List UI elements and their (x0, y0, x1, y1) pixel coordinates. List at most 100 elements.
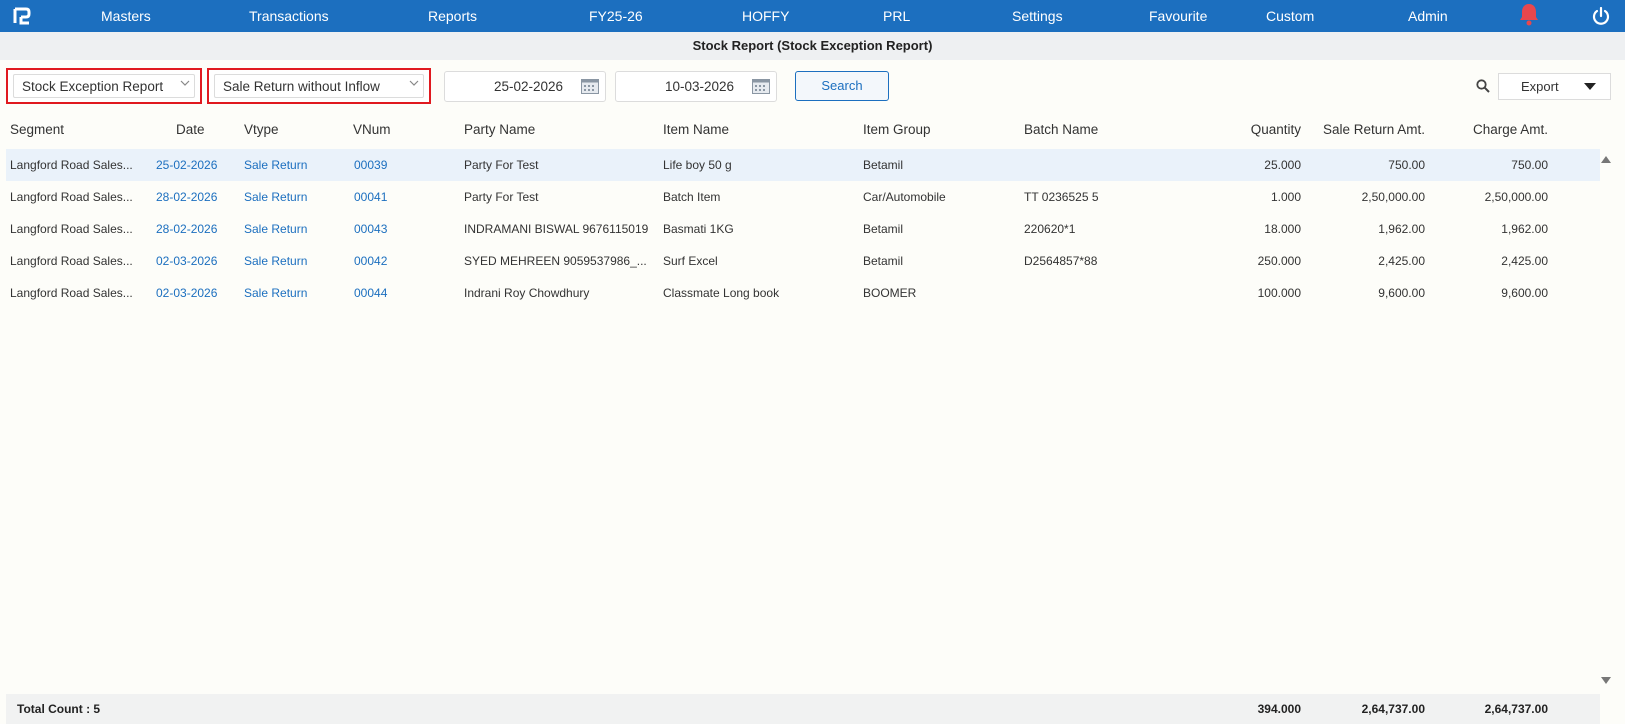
table-row[interactable]: Langford Road Sales... 28-02-2026 Sale R… (6, 181, 1600, 213)
nav-admin[interactable]: Admin (1408, 0, 1448, 32)
cell-charge-amt: 2,425.00 (1501, 254, 1548, 268)
cell-sale-return-amt: 2,425.00 (1378, 254, 1425, 268)
cell-segment: Langford Road Sales... (10, 158, 133, 172)
cell-charge-amt: 2,50,000.00 (1484, 190, 1548, 204)
column-header-vnum[interactable]: VNum (353, 122, 391, 142)
to-date-field[interactable]: 10-03-2026 (615, 71, 777, 102)
nav-custom[interactable]: Custom (1266, 0, 1314, 32)
table-row[interactable]: Langford Road Sales... 02-03-2026 Sale R… (6, 245, 1600, 277)
page-title: Stock Report (Stock Exception Report) (0, 32, 1625, 60)
cell-charge-amt: 1,962.00 (1501, 222, 1548, 236)
cell-quantity: 250.000 (1257, 254, 1301, 268)
calendar-icon[interactable] (581, 79, 599, 94)
exception-type-value[interactable]: Sale Return without Inflow (214, 74, 424, 98)
cell-vtype[interactable]: Sale Return (244, 181, 307, 213)
cell-segment: Langford Road Sales... (10, 222, 133, 236)
nav-prl[interactable]: PRL (883, 0, 910, 32)
column-header-segment[interactable]: Segment (10, 122, 64, 142)
cell-vnum[interactable]: 00044 (354, 277, 387, 309)
cell-vtype[interactable]: Sale Return (244, 245, 307, 277)
scroll-up-icon[interactable] (1601, 156, 1611, 163)
export-label: Export (1521, 79, 1559, 94)
cell-vtype[interactable]: Sale Return (244, 213, 307, 245)
export-button[interactable]: Export (1498, 73, 1611, 100)
cell-item-name: Life boy 50 g (663, 158, 732, 172)
cell-quantity: 18.000 (1264, 222, 1301, 236)
cell-item-name: Batch Item (663, 190, 721, 204)
exception-type-dropdown[interactable]: Sale Return without Inflow (207, 68, 431, 104)
search-icon[interactable] (1476, 79, 1490, 93)
cell-date[interactable]: 28-02-2026 (156, 181, 217, 213)
app-logo-icon[interactable] (12, 6, 32, 26)
from-date-field[interactable]: 25-02-2026 (444, 71, 606, 102)
cell-date[interactable]: 25-02-2026 (156, 149, 217, 181)
nav-favourite[interactable]: Favourite (1149, 0, 1207, 32)
cell-vnum[interactable]: 00043 (354, 213, 387, 245)
report-type-dropdown[interactable]: Stock Exception Report (6, 68, 202, 104)
column-header-batch-name[interactable]: Batch Name (1024, 122, 1098, 142)
cell-date[interactable]: 02-03-2026 (156, 245, 217, 277)
nav-hoffy[interactable]: HOFFY (742, 0, 789, 32)
top-nav-bar: Masters Transactions Reports FY25-26 HOF… (0, 0, 1625, 32)
column-header-date[interactable]: Date (176, 122, 205, 142)
nav-reports[interactable]: Reports (428, 0, 477, 32)
table-row[interactable]: Langford Road Sales... 28-02-2026 Sale R… (6, 213, 1600, 245)
total-charge-amt: 2,64,737.00 (1484, 702, 1548, 716)
power-icon[interactable] (1592, 7, 1610, 25)
cell-item-name: Surf Excel (663, 254, 718, 268)
nav-financial-year[interactable]: FY25-26 (589, 0, 643, 32)
table-footer-totals: Total Count : 5 394.000 2,64,737.00 2,64… (6, 694, 1600, 724)
cell-party-name: INDRAMANI BISWAL 9676115019 (464, 222, 649, 236)
report-type-value[interactable]: Stock Exception Report (13, 74, 195, 98)
cell-vnum[interactable]: 00041 (354, 181, 387, 213)
cell-date[interactable]: 02-03-2026 (156, 277, 217, 309)
notification-bell-icon[interactable] (1518, 2, 1540, 26)
cell-party-name: Party For Test (464, 158, 539, 172)
total-sale-return-amt: 2,64,737.00 (1361, 702, 1425, 716)
cell-charge-amt: 9,600.00 (1501, 286, 1548, 300)
nav-settings[interactable]: Settings (1012, 0, 1063, 32)
column-header-sale-return-amt[interactable]: Sale Return Amt. (1300, 122, 1425, 142)
chevron-down-icon (409, 80, 419, 86)
cell-segment: Langford Road Sales... (10, 286, 133, 300)
cell-item-group: Betamil (863, 158, 904, 172)
table-row[interactable]: Langford Road Sales... 25-02-2026 Sale R… (6, 149, 1600, 181)
cell-batch-name: 220620*1 (1024, 222, 1076, 236)
to-date-value: 10-03-2026 (664, 79, 734, 94)
cell-party-name: Indrani Roy Chowdhury (464, 286, 590, 300)
cell-sale-return-amt: 1,962.00 (1378, 222, 1425, 236)
cell-sale-return-amt: 9,600.00 (1378, 286, 1425, 300)
column-header-party-name[interactable]: Party Name (464, 122, 535, 142)
total-quantity: 394.000 (1257, 702, 1301, 716)
cell-item-group: Betamil (863, 254, 904, 268)
total-count: Total Count : 5 (17, 702, 101, 716)
cell-vtype[interactable]: Sale Return (244, 149, 307, 181)
cell-batch-name: TT 0236525 5 (1024, 190, 1099, 204)
from-date-value: 25-02-2026 (493, 79, 563, 94)
cell-item-name: Classmate Long book (663, 286, 780, 300)
cell-segment: Langford Road Sales... (10, 254, 133, 268)
cell-date[interactable]: 28-02-2026 (156, 213, 217, 245)
column-header-item-group[interactable]: Item Group (863, 122, 931, 142)
nav-transactions[interactable]: Transactions (249, 0, 329, 32)
column-header-quantity[interactable]: Quantity (1200, 122, 1301, 142)
cell-vnum[interactable]: 00042 (354, 245, 387, 277)
cell-quantity: 100.000 (1257, 286, 1301, 300)
cell-batch-name: D2564857*88 (1024, 254, 1098, 268)
column-header-charge-amt[interactable]: Charge Amt. (1430, 122, 1548, 142)
cell-quantity: 25.000 (1264, 158, 1301, 172)
search-button[interactable]: Search (795, 71, 889, 101)
cell-vnum[interactable]: 00039 (354, 149, 387, 181)
cell-item-name: Basmati 1KG (663, 222, 734, 236)
cell-party-name: Party For Test (464, 190, 539, 204)
column-header-item-name[interactable]: Item Name (663, 122, 729, 142)
nav-masters[interactable]: Masters (101, 0, 151, 32)
cell-item-group: Betamil (863, 222, 904, 236)
table-row[interactable]: Langford Road Sales... 02-03-2026 Sale R… (6, 277, 1600, 309)
scroll-down-icon[interactable] (1601, 677, 1611, 684)
cell-charge-amt: 750.00 (1511, 158, 1548, 172)
cell-sale-return-amt: 2,50,000.00 (1361, 190, 1425, 204)
column-header-vtype[interactable]: Vtype (244, 122, 279, 142)
cell-vtype[interactable]: Sale Return (244, 277, 307, 309)
calendar-icon[interactable] (752, 79, 770, 94)
